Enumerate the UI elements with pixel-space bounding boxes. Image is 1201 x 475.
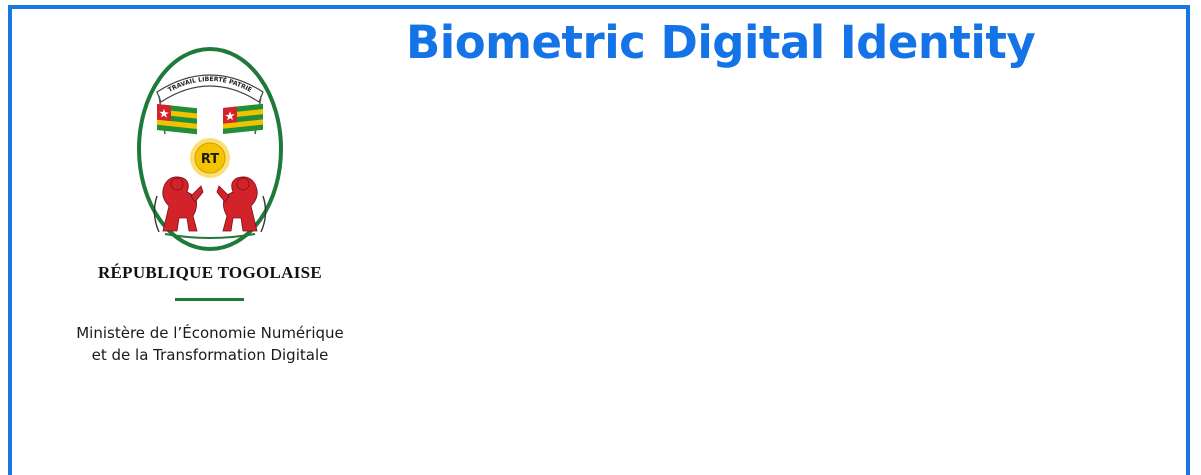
page-title: Biometric Digital Identity: [406, 16, 1036, 69]
svg-text:RT: RT: [201, 152, 219, 167]
ministry-name: Ministère de l’Économie Numérique et de …: [30, 322, 390, 366]
togo-coat-of-arms-icon: TRAVAIL LIBERTÉ PATRIE RT: [137, 47, 283, 251]
divider: [175, 298, 244, 301]
country-name: RÉPUBLIQUE TOGOLAISE: [97, 263, 323, 282]
ministry-line-1: Ministère de l’Économie Numérique: [76, 324, 344, 342]
ministry-line-2: et de la Transformation Digitale: [91, 346, 329, 364]
